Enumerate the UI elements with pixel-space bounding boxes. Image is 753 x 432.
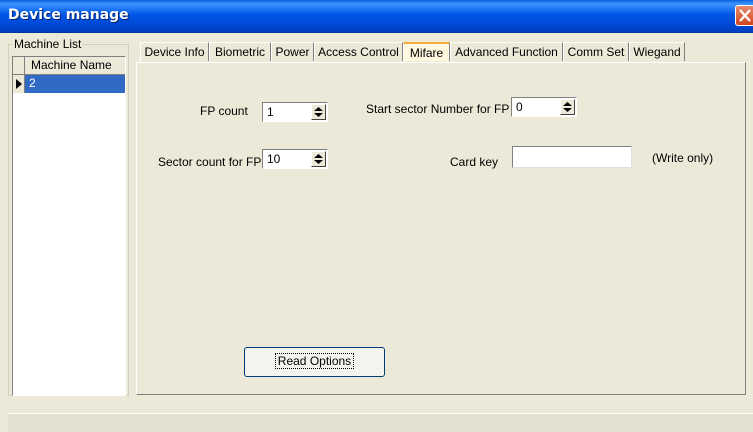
tab-mifare[interactable]: Mifare [403, 42, 450, 61]
read-options-button[interactable]: Read Options [244, 347, 385, 377]
tab-comm-set[interactable]: Comm Set [563, 42, 629, 61]
machine-grid[interactable] [12, 56, 126, 396]
fp-count-value: 1 [267, 105, 274, 119]
grid-header: Machine Name [13, 57, 125, 75]
row-pointer-icon [16, 79, 22, 89]
window-title: Device manage [8, 7, 129, 23]
spin-arrows-icon [563, 102, 572, 112]
spin-arrows-icon [314, 154, 323, 164]
fp-count-label: FP count [200, 104, 248, 118]
fp-count-spin-button[interactable] [311, 104, 326, 120]
card-key-input[interactable] [512, 146, 632, 168]
fp-count-stepper[interactable]: 1 [262, 102, 328, 122]
close-icon [739, 9, 751, 22]
start-sector-value: 0 [516, 100, 523, 114]
spin-arrows-icon [314, 107, 323, 117]
status-bar [8, 413, 753, 432]
machine-name-cell[interactable]: 2 [25, 75, 125, 93]
start-sector-spin-button[interactable] [560, 99, 575, 115]
machine-list-label: Machine List [12, 37, 84, 51]
tab-access-control[interactable]: Access Control [314, 42, 403, 61]
card-key-label: Card key [450, 155, 499, 169]
sector-count-value: 10 [267, 152, 281, 166]
tab-device-info[interactable]: Device Info [140, 42, 209, 61]
sector-count-spin-button[interactable] [311, 151, 326, 167]
card-key-note: (Write only) [652, 151, 714, 165]
tab-advanced-function[interactable]: Advanced Function [450, 42, 563, 61]
read-options-label: Read Options [274, 353, 355, 369]
start-sector-stepper[interactable]: 0 [511, 97, 577, 117]
sector-count-label: Sector count for FP [158, 155, 262, 169]
column-header-machine-name[interactable]: Machine Name [25, 57, 125, 75]
grid-corner [13, 57, 25, 75]
close-button[interactable] [735, 5, 753, 26]
sector-count-stepper[interactable]: 10 [262, 149, 328, 169]
start-sector-label: Start sector Number for FP [366, 102, 510, 116]
title-bar[interactable]: Device manage [0, 0, 753, 33]
row-indicator [13, 75, 25, 93]
tab-biometric[interactable]: Biometric [209, 42, 271, 61]
tab-power[interactable]: Power [271, 42, 314, 61]
device-manage-window: Device manage Machine List Machine Name … [0, 0, 753, 432]
tab-wiegand[interactable]: Wiegand [629, 42, 685, 61]
table-row[interactable]: 2 [13, 75, 125, 93]
